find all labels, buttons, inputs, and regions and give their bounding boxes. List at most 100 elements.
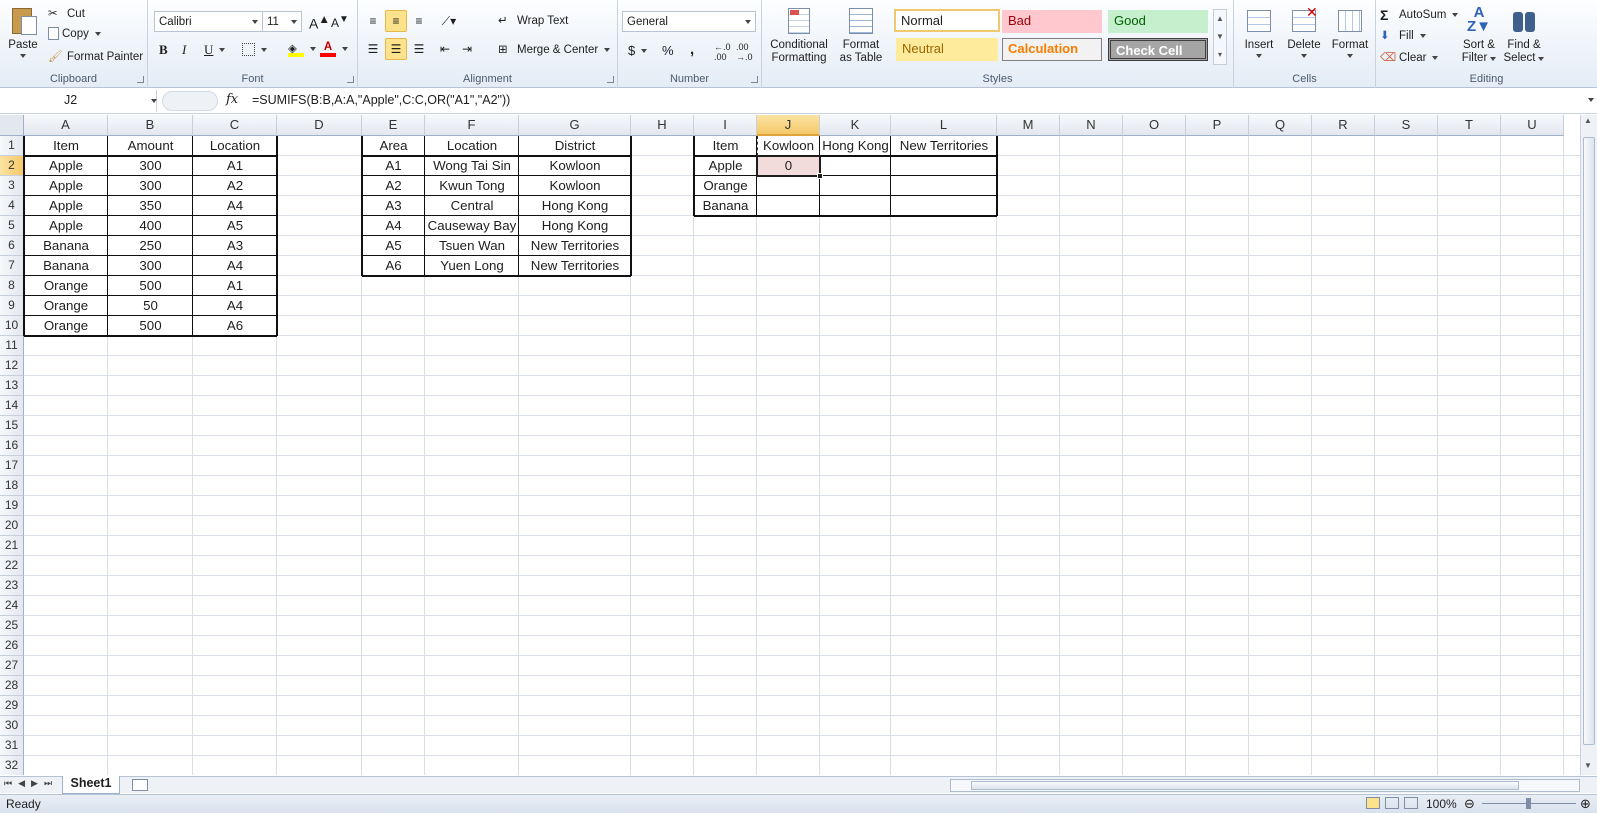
insert-button[interactable]: Insert [1238,6,1280,58]
cell-c10[interactable]: A6 [193,316,277,336]
cell-c3[interactable]: A2 [193,176,277,196]
cell-a7[interactable]: Banana [24,256,108,276]
number-format-select[interactable]: General [622,11,756,32]
cell-g5[interactable]: Hong Kong [519,216,631,236]
font-color-button[interactable]: A [320,41,348,57]
column-header-r[interactable]: R [1312,115,1375,136]
row-header-15[interactable]: 15 [0,416,24,436]
column-header-o[interactable]: O [1123,115,1186,136]
cell-f7[interactable]: Yuen Long [425,256,519,276]
row-header-5[interactable]: 5 [0,216,24,236]
cell-c4[interactable]: A4 [193,196,277,216]
worksheet-grid[interactable]: A B C D E F G H I J K L M N O P Q R S T U 1 2 3 4 5 6 7 8 9 10 11 12 13 14… [0,115,1580,775]
column-header-b[interactable]: B [108,115,193,136]
row-header-11[interactable]: 11 [0,336,24,356]
find-select-button[interactable]: Find & Select [1500,6,1548,65]
cell-c2[interactable]: A1 [193,156,277,176]
cell-b3[interactable]: 300 [108,176,193,196]
cell-l3[interactable] [891,176,997,196]
cell-g1[interactable]: District [519,136,631,156]
cell-c1[interactable]: Location [193,136,277,156]
cell-b5[interactable]: 400 [108,216,193,236]
cell-k1[interactable]: Hong Kong [820,136,891,156]
style-good[interactable]: Good [1108,10,1208,33]
vertical-scroll-thumb[interactable] [1583,137,1595,745]
copy-button[interactable]: Copy [48,27,101,40]
row-header-9[interactable]: 9 [0,296,24,316]
row-header-19[interactable]: 19 [0,496,24,516]
align-middle-button[interactable]: ≡ [385,10,407,32]
row-header-32[interactable]: 32 [0,756,24,775]
column-header-l[interactable]: L [891,115,997,136]
cell-c6[interactable]: A3 [193,236,277,256]
cell-a9[interactable]: Orange [24,296,108,316]
shrink-font-button[interactable]: A▼ [331,14,349,30]
normal-view-icon[interactable] [1366,797,1380,809]
row-header-30[interactable]: 30 [0,716,24,736]
row-header-23[interactable]: 23 [0,576,24,596]
zoom-in-icon[interactable]: ⊕ [1580,796,1591,812]
merge-center-button[interactable]: ⊞ Merge & Center [498,42,611,58]
row-header-21[interactable]: 21 [0,536,24,556]
fill-color-button[interactable]: ◈ [288,41,316,57]
borders-button[interactable] [242,43,267,56]
paste-button[interactable]: Paste [4,6,42,58]
align-top-button[interactable]: ≡ [362,10,384,32]
autosum-button[interactable]: Σ AutoSum [1380,7,1459,23]
comma-button[interactable]: , [690,41,694,58]
row-header-27[interactable]: 27 [0,656,24,676]
cell-c5[interactable]: A5 [193,216,277,236]
row-header-20[interactable]: 20 [0,516,24,536]
column-header-h[interactable]: H [631,115,694,136]
insert-sheet-icon[interactable] [132,779,148,791]
row-header-26[interactable]: 26 [0,636,24,656]
format-cells-button[interactable]: Format [1328,6,1372,58]
row-header-10[interactable]: 10 [0,316,24,336]
column-header-q[interactable]: Q [1249,115,1312,136]
increase-decimal-button[interactable]: ←.0.00 [714,42,731,62]
increase-indent-button[interactable]: ⇥ [456,38,478,60]
italic-button[interactable]: I [182,42,186,58]
row-header-17[interactable]: 17 [0,456,24,476]
cell-c7[interactable]: A4 [193,256,277,276]
currency-button[interactable]: $ [628,43,648,58]
cell-j4[interactable] [757,196,820,216]
align-left-button[interactable]: ☰ [362,38,384,60]
zoom-out-icon[interactable]: ⊖ [1464,796,1475,812]
row-header-29[interactable]: 29 [0,696,24,716]
bold-button[interactable]: B [159,42,168,58]
cell-c8[interactable]: A1 [193,276,277,296]
scroll-down-icon[interactable]: ▼ [1584,761,1594,770]
row-header-24[interactable]: 24 [0,596,24,616]
cell-e4[interactable]: A3 [362,196,425,216]
delete-button[interactable]: ✕ Delete [1282,5,1326,58]
name-box-dropdown-icon[interactable] [148,99,157,103]
cell-l4[interactable] [891,196,997,216]
row-header-22[interactable]: 22 [0,556,24,576]
insert-function-icon[interactable]: fx [226,92,238,107]
cell-j1[interactable]: Kowloon [757,136,820,156]
name-box[interactable]: J2 [0,90,157,112]
cell-j2[interactable]: 0 [757,156,820,176]
row-header-25[interactable]: 25 [0,616,24,636]
percent-button[interactable]: % [662,43,674,58]
style-neutral[interactable]: Neutral [896,38,998,61]
scroll-up-icon[interactable]: ▲ [1584,116,1594,125]
cell-b10[interactable]: 500 [108,316,193,336]
column-header-c[interactable]: C [193,115,277,136]
align-bottom-button[interactable]: ≡ [408,10,430,32]
page-break-view-icon[interactable] [1404,797,1418,809]
align-center-button[interactable]: ☰ [385,38,407,60]
column-header-d[interactable]: D [277,115,362,136]
cell-b8[interactable]: 500 [108,276,193,296]
fill-button[interactable]: ⬇ Fill [1380,28,1426,44]
number-launcher-icon[interactable] [751,76,758,83]
formula-input[interactable]: =SUMIFS(B:B,A:A,"Apple",C:C,OR("A1","A2"… [252,93,510,107]
row-header-16[interactable]: 16 [0,436,24,456]
sheet-nav-arrows-icon[interactable]: ⏮◀▶⏭ [4,778,58,789]
alignment-launcher-icon[interactable] [607,76,614,83]
cell-i3[interactable]: Orange [694,176,757,196]
row-header-3[interactable]: 3 [0,176,24,196]
cell-e5[interactable]: A4 [362,216,425,236]
column-header-g[interactable]: G [519,115,631,136]
